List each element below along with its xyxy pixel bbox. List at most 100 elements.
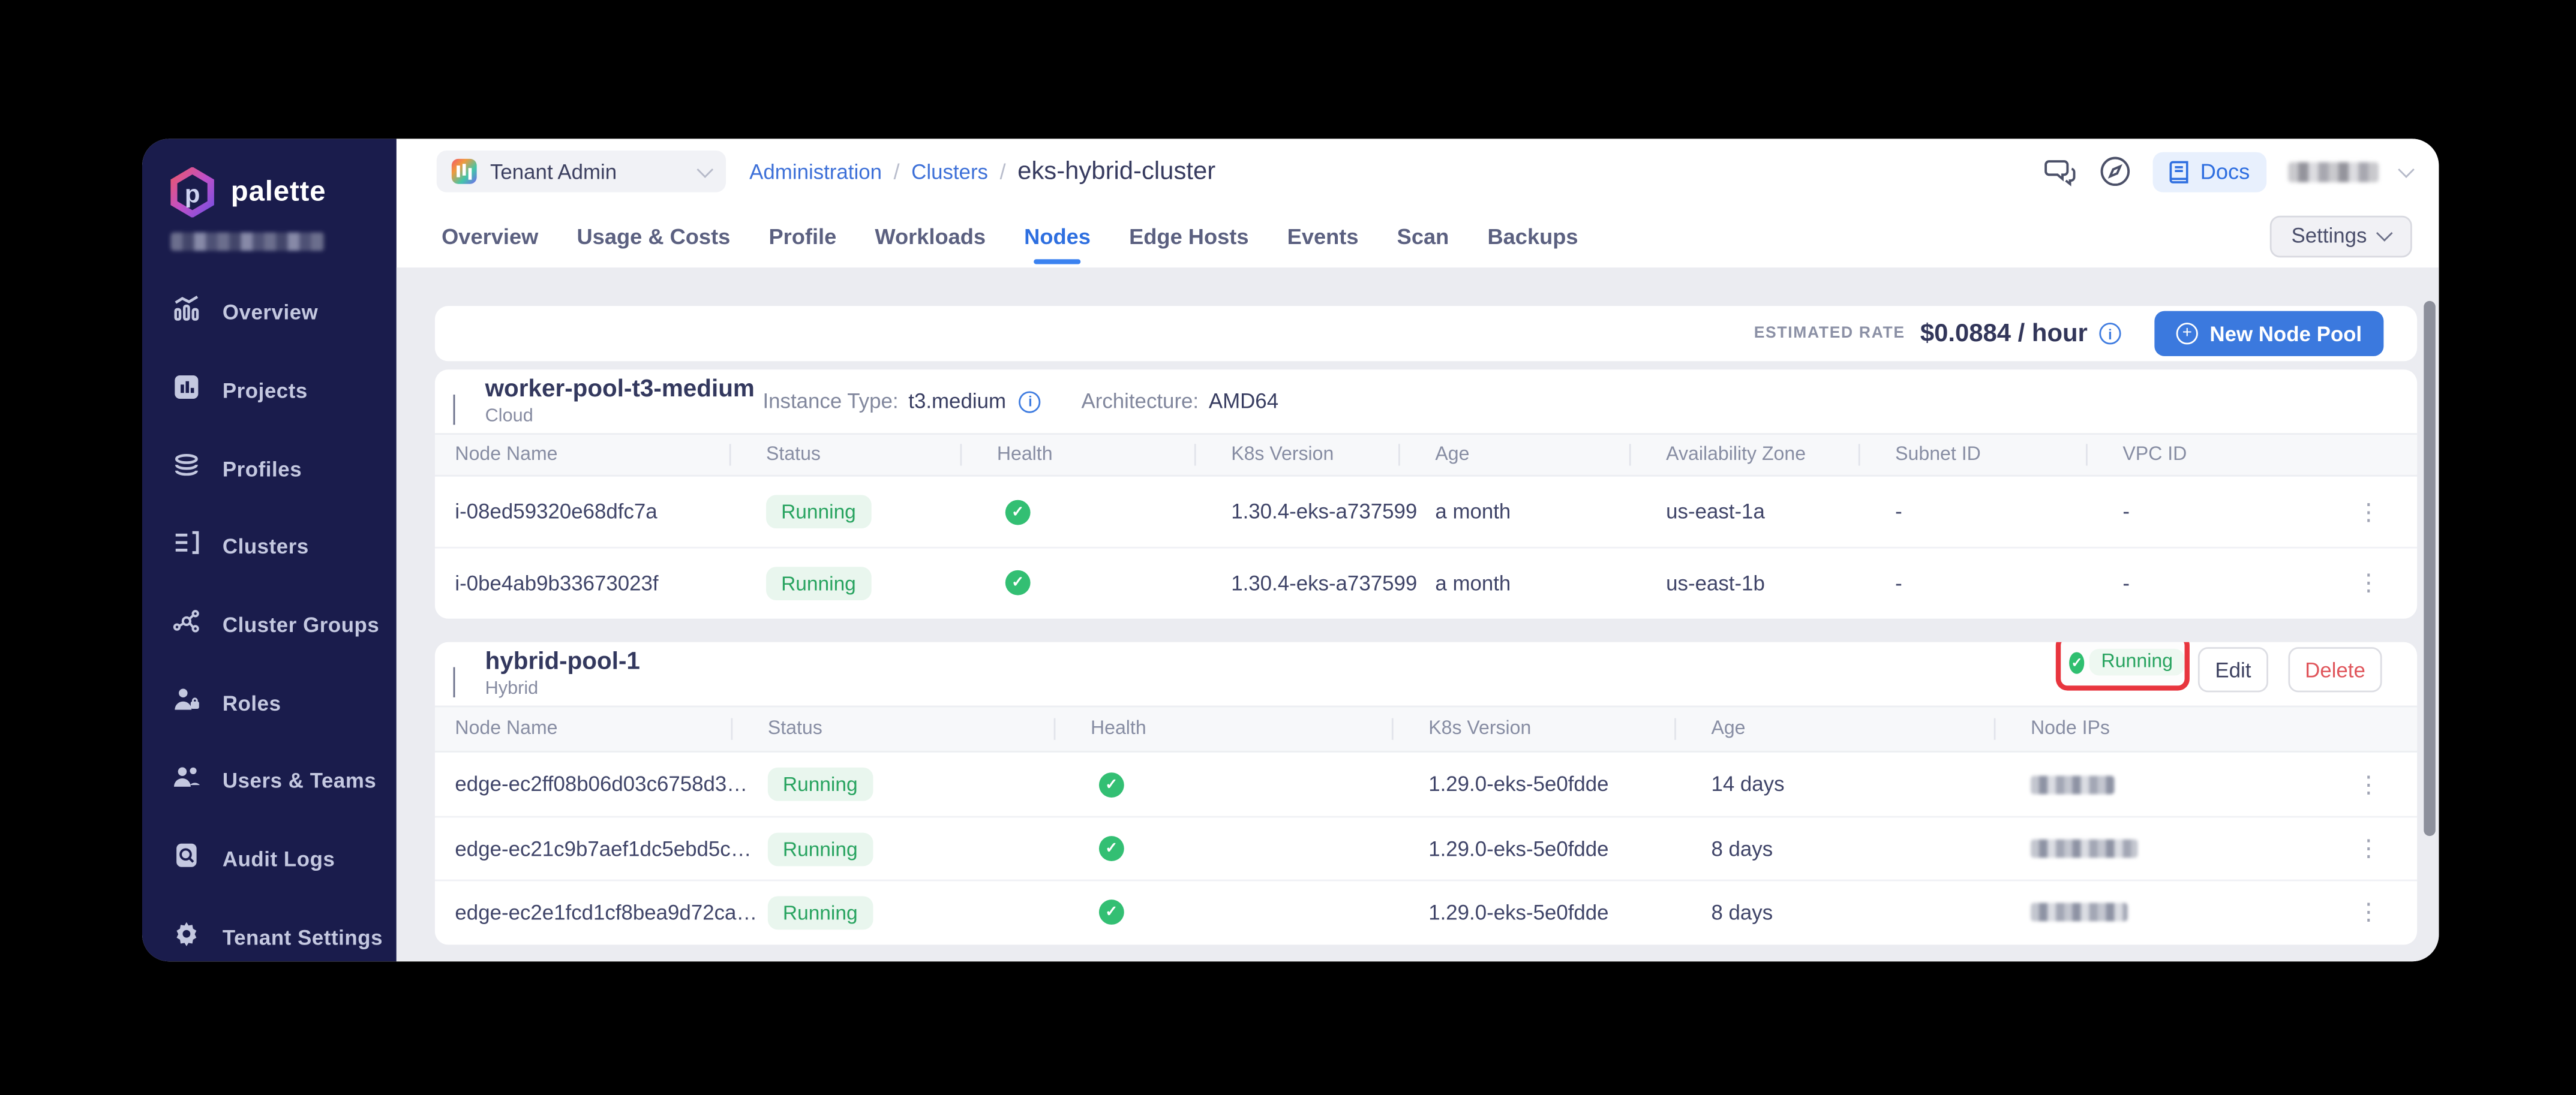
sidebar-item-label: Cluster Groups [223, 614, 380, 637]
status-badge: Running [768, 881, 873, 943]
tab-nodes[interactable]: Nodes [1024, 223, 1091, 248]
age: a month [1435, 477, 1511, 547]
chat-icon[interactable] [2044, 157, 2078, 186]
collapse-chevron-icon[interactable] [454, 395, 455, 425]
rate-info-icon[interactable]: i [2099, 323, 2121, 344]
tab-usage-costs[interactable]: Usage & Costs [577, 223, 730, 248]
pool-status-ok-icon: ✓ [2069, 651, 2085, 673]
red-annotation-box: ✓ Running [2056, 642, 2190, 691]
col-subnet-id: Subnet ID [1895, 435, 1981, 475]
row-menu-kebab-icon[interactable]: ⋮ [2352, 549, 2385, 617]
sidebar-nav: Overview Projects Profiles [142, 274, 397, 961]
edit-pool-button[interactable]: Edit [2198, 647, 2268, 692]
node-ips-redacted [2031, 881, 2128, 943]
col-availability-zone: Availability Zone [1666, 435, 1806, 475]
k8s-version: 1.30.4-eks-a737599 [1231, 477, 1417, 547]
chevron-down-icon [696, 161, 713, 178]
node-name: edge-ec2ff08b06d03c6758d3… [455, 753, 747, 816]
col-age: Age [1435, 435, 1469, 475]
health-ok-icon: ✓ [1099, 772, 1124, 797]
gear-icon [172, 919, 200, 956]
sidebar-item-projects[interactable]: Projects [142, 352, 397, 430]
svg-text:p: p [185, 179, 200, 207]
node-ips-redacted [2031, 817, 2137, 879]
subnet-id: - [1895, 477, 1902, 547]
worker-pool-card: worker-pool-t3-medium Cloud Instance Typ… [435, 369, 2417, 618]
delete-pool-button[interactable]: Delete [2288, 647, 2382, 692]
breadcrumb-separator: / [999, 159, 1005, 184]
tab-edge-hosts[interactable]: Edge Hosts [1129, 223, 1248, 248]
col-age: Age [1711, 707, 1745, 750]
pool-kind: Hybrid [485, 679, 539, 699]
hybrid-pool-table-header: Node Name Status Health K8s Version Age … [435, 706, 2417, 753]
tab-scan[interactable]: Scan [1397, 223, 1449, 248]
content-column: Tenant Admin Administration / Clusters /… [397, 139, 2439, 961]
breadcrumb-administration[interactable]: Administration [749, 160, 882, 183]
age: 14 days [1711, 753, 1784, 816]
doc-search-icon [172, 841, 200, 878]
worker-pool-table-header: Node Name Status Health K8s Version Age … [435, 433, 2417, 476]
health-ok-icon: ✓ [1005, 499, 1031, 524]
node-name: i-08ed59320e68dfc7a [455, 477, 657, 547]
sidebar-item-profiles[interactable]: Profiles [142, 431, 397, 509]
docs-button[interactable]: Docs [2154, 151, 2267, 191]
estimated-rate-bar: ESTIMATED RATE $0.0884 / hour i + New No… [435, 306, 2417, 361]
status-badge: Running [766, 477, 871, 547]
col-node-name: Node Name [455, 707, 557, 750]
instance-type-info-icon[interactable]: i [1019, 390, 1041, 412]
tenant-selector[interactable]: Tenant Admin [437, 151, 726, 192]
sidebar-item-audit-logs[interactable]: Audit Logs [142, 821, 397, 899]
username-redacted[interactable] [2288, 161, 2379, 181]
user-menu-chevron-icon[interactable] [2398, 161, 2415, 178]
health-cell: ✓ [1099, 753, 1124, 816]
sidebar-item-cluster-groups[interactable]: Cluster Groups [142, 586, 397, 664]
col-k8s-version: K8s Version [1428, 707, 1531, 750]
tab-backups[interactable]: Backups [1487, 223, 1578, 248]
row-menu-kebab-icon[interactable]: ⋮ [2352, 817, 2385, 879]
subnet-id: - [1895, 549, 1902, 617]
table-row: i-08ed59320e68dfc7a Running ✓ 1.30.4-eks… [435, 477, 2417, 547]
new-node-pool-button[interactable]: + New Node Pool [2154, 311, 2383, 356]
list-icon [172, 529, 200, 565]
settings-button[interactable]: Settings [2269, 215, 2412, 257]
k8s-version: 1.30.4-eks-a737599 [1231, 549, 1417, 617]
sidebar-item-clusters[interactable]: Clusters [142, 509, 397, 586]
availability-zone: us-east-1a [1666, 477, 1765, 547]
new-node-pool-label: New Node Pool [2209, 322, 2362, 345]
palette-logo-icon: p [167, 167, 218, 218]
tabs-bar: Overview Usage & Costs Profile Workloads… [397, 204, 2439, 267]
sidebar-item-tenant-settings[interactable]: Tenant Settings [142, 899, 397, 962]
table-row: edge-ec21c9b7aef1dc5ebd5c… Running ✓ 1.2… [435, 816, 2417, 880]
age: a month [1435, 549, 1511, 617]
pool-name: hybrid-pool-1 [485, 649, 640, 676]
breadcrumb-clusters[interactable]: Clusters [911, 160, 988, 183]
pool-meta: Instance Type: t3.medium i Architecture:… [762, 369, 1278, 433]
tab-profile[interactable]: Profile [768, 223, 836, 248]
col-node-ips: Node IPs [2031, 707, 2110, 750]
row-menu-kebab-icon[interactable]: ⋮ [2352, 753, 2385, 816]
tab-workloads[interactable]: Workloads [875, 223, 986, 248]
pool-name: worker-pool-t3-medium [485, 376, 755, 403]
vertical-scrollbar[interactable] [2424, 301, 2436, 836]
breadcrumb: Administration / Clusters / eks-hybrid-c… [749, 157, 1215, 185]
pool-kind: Cloud [485, 407, 533, 426]
hybrid-pool-header: hybrid-pool-1 Hybrid ✓ Running Edit Dele… [435, 642, 2417, 706]
row-menu-kebab-icon[interactable]: ⋮ [2352, 881, 2385, 943]
sidebar-item-roles[interactable]: Roles [142, 664, 397, 742]
architecture-label: Architecture: [1081, 390, 1199, 413]
network-icon [172, 607, 200, 643]
tab-events[interactable]: Events [1287, 223, 1359, 248]
org-name-redacted [170, 233, 325, 251]
col-health: Health [997, 435, 1053, 475]
hybrid-pool-card: hybrid-pool-1 Hybrid ✓ Running Edit Dele… [435, 642, 2417, 945]
row-menu-kebab-icon[interactable]: ⋮ [2352, 477, 2385, 547]
compass-icon[interactable] [2100, 155, 2131, 187]
availability-zone: us-east-1b [1666, 549, 1765, 617]
sidebar-item-users-teams[interactable]: Users & Teams [142, 742, 397, 820]
sidebar-item-overview[interactable]: Overview [142, 274, 397, 352]
book-icon [2170, 160, 2190, 183]
tab-overview[interactable]: Overview [442, 223, 538, 248]
collapse-chevron-icon[interactable] [454, 667, 455, 697]
topbar-right: Docs [2044, 151, 2412, 191]
bar-chart-icon [172, 373, 200, 410]
